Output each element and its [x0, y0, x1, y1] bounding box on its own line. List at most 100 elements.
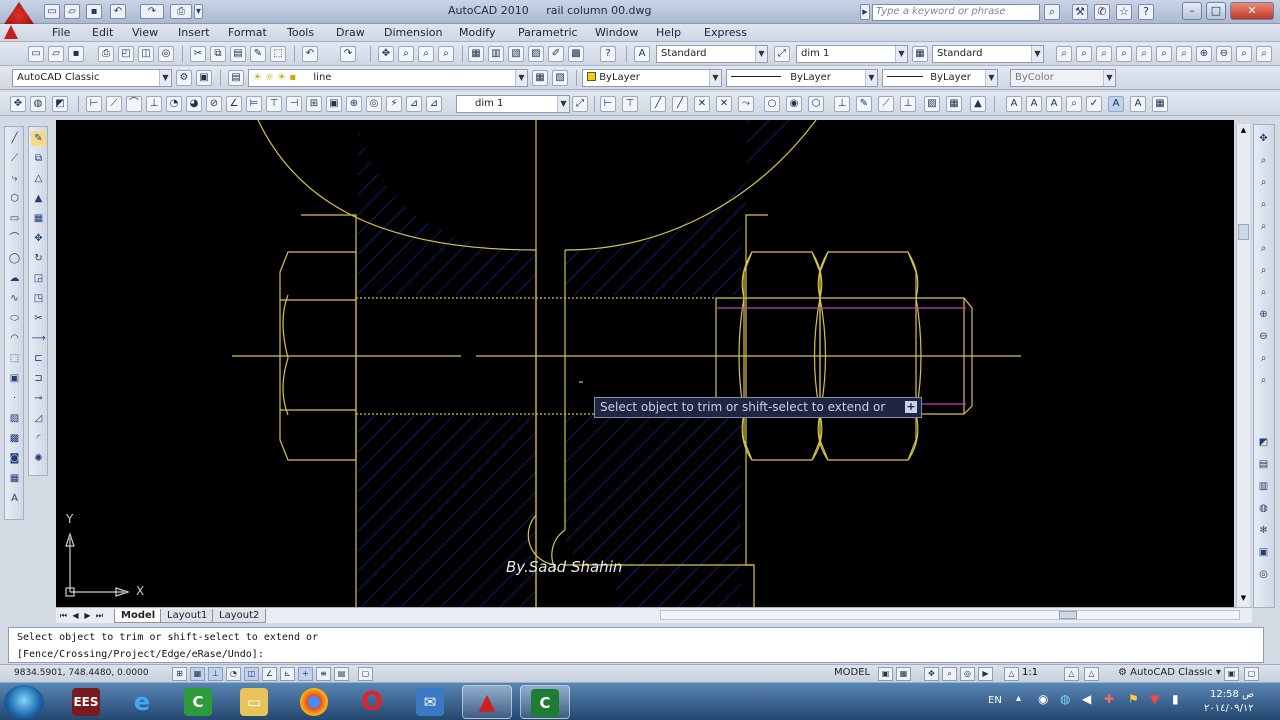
- zoom-window-icon[interactable]: ⌕: [418, 46, 434, 62]
- steering-wheel-icon[interactable]: ◎: [960, 667, 975, 681]
- ordinate-dim-icon[interactable]: ⊥: [146, 96, 162, 112]
- taskbar-app-autocad[interactable]: ▲: [462, 685, 512, 719]
- application-menu-button[interactable]: [4, 2, 34, 24]
- plot-icon[interactable]: ⎙: [170, 4, 192, 19]
- trim-icon[interactable]: ✕: [694, 96, 710, 112]
- lineweight-select[interactable]: ByLayer ▼: [882, 69, 998, 87]
- minimize-button[interactable]: –: [1182, 2, 1202, 20]
- layer-properties-icon[interactable]: ▤: [228, 70, 244, 86]
- break-icon[interactable]: ⊢: [600, 96, 616, 112]
- join-icon[interactable]: ⤳: [738, 96, 754, 112]
- save-icon[interactable]: ▪: [68, 46, 84, 62]
- communication-icon[interactable]: ✆: [1094, 4, 1110, 20]
- zoom-in-icon[interactable]: ⊕: [1256, 307, 1271, 322]
- search-expand-icon[interactable]: ▸: [860, 4, 870, 20]
- match-properties-icon[interactable]: ✎: [250, 46, 266, 62]
- cut-icon[interactable]: ✂: [190, 46, 206, 62]
- menu-edit[interactable]: Edit: [92, 26, 113, 39]
- erase-icon[interactable]: ✎: [31, 131, 46, 146]
- ucs-icon[interactable]: ✥: [10, 96, 26, 112]
- mtext-icon[interactable]: A: [1026, 96, 1042, 112]
- pencil-icon[interactable]: ✎: [856, 96, 872, 112]
- taskbar-app-opera[interactable]: O: [348, 685, 398, 719]
- baseline-dim-icon[interactable]: ⊤: [266, 96, 282, 112]
- menu-express[interactable]: Express: [704, 26, 747, 39]
- dim-space-icon[interactable]: ⊞: [306, 96, 322, 112]
- linetype-select[interactable]: ByLayer ▼: [726, 69, 878, 87]
- quick-view-layouts-icon[interactable]: ▣: [878, 667, 893, 681]
- chamfer-icon[interactable]: ◿: [31, 411, 46, 426]
- quick-access-dropdown[interactable]: ▾: [194, 4, 203, 19]
- scroll-thumb[interactable]: [1238, 224, 1249, 240]
- clock-time[interactable]: 12:58 ص: [1210, 689, 1254, 700]
- aligned-dim-icon[interactable]: ⟋: [106, 96, 122, 112]
- sc-icon[interactable]: ▢: [358, 667, 373, 681]
- make-block-icon[interactable]: ▣: [7, 371, 22, 386]
- zoom-dynamic-icon[interactable]: ⌕: [1116, 46, 1132, 62]
- menu-format[interactable]: Format: [228, 26, 267, 39]
- trim-icon[interactable]: ✂: [31, 311, 46, 326]
- spell-check-icon[interactable]: ✓: [1086, 96, 1102, 112]
- scale-text-icon[interactable]: A: [1108, 96, 1124, 112]
- annotation-scale-value[interactable]: 1:1: [1022, 667, 1038, 678]
- zoom-object-icon[interactable]: ⌕: [1176, 46, 1192, 62]
- circle-icon[interactable]: ◯: [7, 251, 22, 266]
- array-icon[interactable]: ▦: [31, 211, 46, 226]
- zoom-center-icon[interactable]: ⌕: [1256, 263, 1271, 278]
- model-space-toggle[interactable]: MODEL: [834, 667, 870, 678]
- zoom-scale-icon[interactable]: ⌕: [1256, 241, 1271, 256]
- taskbar-app-explorer[interactable]: ▭: [230, 685, 280, 719]
- layer-walk-icon[interactable]: ▥: [1256, 479, 1271, 494]
- jogged-linear-icon[interactable]: ⚡: [386, 96, 402, 112]
- polygon-icon[interactable]: ⬡: [7, 191, 22, 206]
- zoom-object-icon[interactable]: ⌕: [1256, 285, 1271, 300]
- divide-icon[interactable]: ⊥: [900, 96, 916, 112]
- copy-icon[interactable]: ⧉: [31, 151, 46, 166]
- copy-icon[interactable]: ⧉: [210, 46, 226, 62]
- clean-screen-icon[interactable]: ▢: [1244, 667, 1259, 681]
- region-icon[interactable]: ◙: [7, 451, 22, 466]
- offset-icon[interactable]: ▲: [31, 191, 46, 206]
- center-mark-icon[interactable]: ⊕: [346, 96, 362, 112]
- zoom-previous-icon[interactable]: ⌕: [1076, 46, 1092, 62]
- table-style-select[interactable]: Standard ▼: [932, 45, 1044, 63]
- design-center-icon[interactable]: ▥: [488, 46, 504, 62]
- off-layer-icon[interactable]: ◎: [1256, 567, 1271, 582]
- zoom-out-icon[interactable]: ⊖: [1216, 46, 1232, 62]
- workspace-save-icon[interactable]: ▣: [196, 70, 212, 86]
- justify-text-icon[interactable]: A: [1130, 96, 1146, 112]
- dim-edit-icon[interactable]: ⊿: [406, 96, 422, 112]
- construction-line-icon[interactable]: ⟋: [7, 151, 22, 166]
- redo-icon[interactable]: ↷: [140, 4, 164, 19]
- open-icon[interactable]: ▱: [48, 46, 64, 62]
- explode-icon[interactable]: ✺: [31, 451, 46, 466]
- break-icon[interactable]: ⊏: [31, 351, 46, 366]
- insert-block-icon[interactable]: ⬚: [7, 351, 22, 366]
- zoom-scale-icon[interactable]: ⌕: [1136, 46, 1152, 62]
- subscription-icon[interactable]: ⚒: [1072, 4, 1088, 20]
- pan-icon[interactable]: ✥: [378, 46, 394, 62]
- action-center-icon[interactable]: ⚑: [1128, 692, 1139, 706]
- layer-states-icon[interactable]: ▤: [1256, 457, 1271, 472]
- qp-icon[interactable]: ▤: [334, 667, 349, 681]
- zoom-center-icon[interactable]: ⌕: [1156, 46, 1172, 62]
- plotstyle-select[interactable]: ByColor ▼: [1010, 69, 1116, 87]
- zoom-all-icon[interactable]: ⌕: [1256, 351, 1271, 366]
- arc-icon[interactable]: ⌒: [7, 231, 22, 246]
- preview-icon[interactable]: ◰: [118, 46, 134, 62]
- spline-icon[interactable]: ∿: [7, 291, 22, 306]
- publish-icon[interactable]: ◫: [138, 46, 154, 62]
- join-icon[interactable]: ⊸: [31, 391, 46, 406]
- scroll-up-icon[interactable]: ▲: [1238, 126, 1249, 136]
- help-icon[interactable]: ?: [600, 46, 616, 62]
- find-icon[interactable]: ⌕: [1066, 96, 1082, 112]
- workspace-settings-icon[interactable]: ⚙: [176, 70, 192, 86]
- polar-icon[interactable]: ◔: [226, 667, 241, 681]
- tolerance-icon[interactable]: ▣: [326, 96, 342, 112]
- start-button[interactable]: [4, 685, 44, 719]
- properties-icon[interactable]: ▦: [468, 46, 484, 62]
- menu-modify[interactable]: Modify: [459, 26, 495, 39]
- tray-skype-icon[interactable]: ◍: [1060, 692, 1070, 706]
- taskbar-app-camtasia[interactable]: C: [174, 685, 224, 719]
- otrack-icon[interactable]: ∠: [262, 667, 277, 681]
